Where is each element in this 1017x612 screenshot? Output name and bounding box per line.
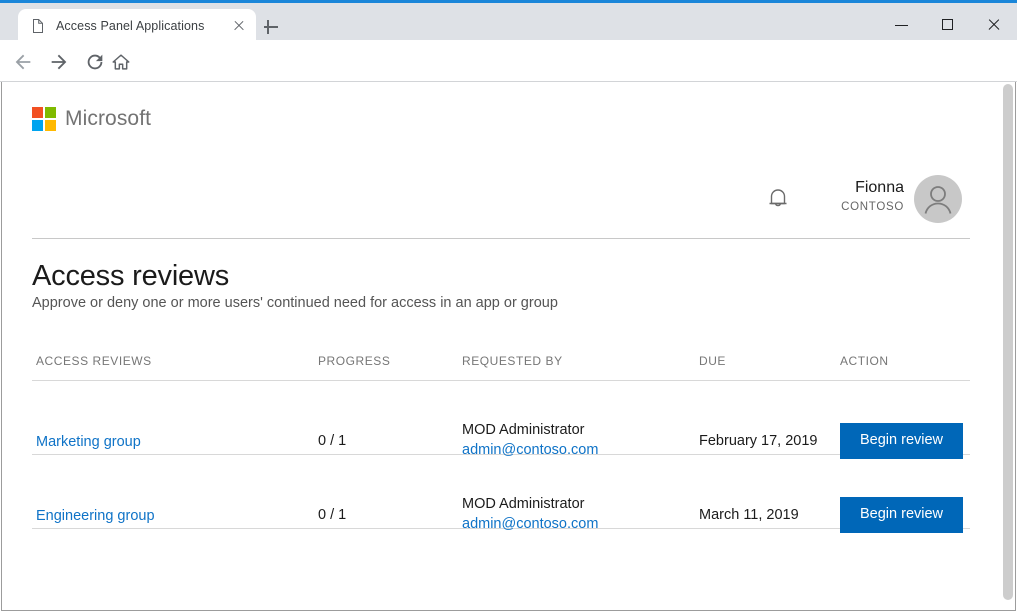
begin-review-button[interactable]: Begin review [840, 497, 963, 533]
tab-close-icon[interactable] [230, 17, 248, 35]
avatar[interactable] [914, 175, 962, 223]
browser-tab[interactable]: Access Panel Applications [18, 9, 256, 43]
reload-icon[interactable] [84, 51, 106, 73]
header-divider [32, 238, 970, 239]
maximize-icon[interactable] [925, 6, 971, 43]
column-header-access-reviews: ACCESS REVIEWS [36, 354, 152, 368]
review-due-date: February 17, 2019 [699, 433, 818, 449]
microsoft-logo[interactable]: Microsoft [32, 107, 151, 131]
table-header-row: ACCESS REVIEWS PROGRESS REQUESTED BY DUE… [32, 348, 970, 381]
page-scrollbar[interactable] [1000, 82, 1015, 609]
tab-title: Access Panel Applications [56, 19, 224, 33]
user-org: CONTOSO [841, 201, 904, 213]
review-name-link[interactable]: Engineering group [36, 508, 155, 524]
window-controls [879, 6, 1017, 43]
page-icon [30, 18, 46, 34]
site-header: Microsoft [2, 82, 1000, 157]
page-title: Access reviews [32, 260, 229, 293]
review-progress: 0 / 1 [318, 507, 346, 523]
review-requested-by: MOD Administrator admin@contoso.com [462, 420, 598, 460]
browser-window: Access Panel Applications [0, 0, 1017, 612]
bell-icon[interactable] [762, 182, 794, 214]
column-header-due: DUE [699, 354, 726, 368]
requester-name: MOD Administrator [462, 422, 584, 438]
begin-review-button[interactable]: Begin review [840, 423, 963, 459]
column-header-progress: PROGRESS [318, 354, 390, 368]
user-name: Fionna [855, 179, 904, 197]
window-close-icon[interactable] [971, 6, 1017, 43]
home-icon[interactable] [110, 51, 132, 73]
scrollbar-thumb[interactable] [1003, 84, 1013, 600]
review-due-date: March 11, 2019 [699, 507, 799, 523]
microsoft-wordmark: Microsoft [65, 107, 151, 131]
minimize-icon[interactable] [879, 6, 925, 43]
column-header-requested-by: REQUESTED BY [462, 354, 563, 368]
table-row: Engineering group 0 / 1 MOD Administrato… [32, 455, 970, 529]
requester-email-link[interactable]: admin@contoso.com [462, 514, 598, 534]
page-subtitle: Approve or deny one or more users' conti… [32, 295, 558, 311]
browser-toolbar: https://account.activedirectory.windowsa… [0, 40, 1017, 82]
arrow-right-icon[interactable] [48, 51, 70, 73]
column-header-action: ACTION [840, 354, 889, 368]
arrow-left-icon[interactable] [12, 51, 34, 73]
microsoft-logo-icon [32, 107, 56, 131]
review-requested-by: MOD Administrator admin@contoso.com [462, 494, 598, 534]
user-account-block[interactable]: Fionna CONTOSO [822, 172, 962, 224]
new-tab-button[interactable] [261, 17, 281, 37]
requester-name: MOD Administrator [462, 496, 584, 512]
review-progress: 0 / 1 [318, 433, 346, 449]
access-reviews-table: ACCESS REVIEWS PROGRESS REQUESTED BY DUE… [32, 348, 970, 529]
tab-strip: Access Panel Applications [0, 3, 1017, 40]
page-viewport: Microsoft Fionna CONTOSO [1, 82, 1016, 611]
table-row: Marketing group 0 / 1 MOD Administrator … [32, 381, 970, 455]
web-page: Microsoft Fionna CONTOSO [2, 82, 1000, 609]
review-name-link[interactable]: Marketing group [36, 434, 141, 450]
